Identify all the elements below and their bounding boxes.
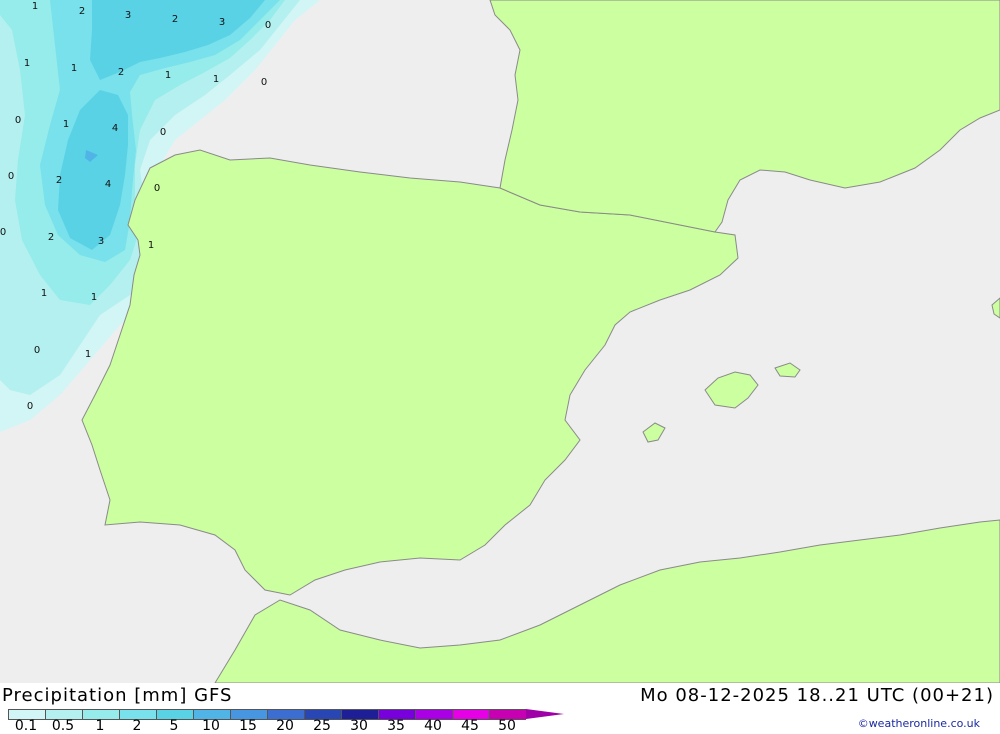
precip-value-label: 1 [85,349,91,360]
scale-tick-label: 0.5 [51,718,75,734]
map-title: Precipitation [mm] GFS [2,685,233,706]
precip-value-label: 0 [15,115,21,126]
scale-tick-label: 5 [169,718,179,734]
precip-value-label: 1 [41,288,47,299]
precip-value-label: 0 [265,20,271,31]
scale-tick-label: 10 [202,718,220,734]
scale-tick-label: 30 [350,718,368,734]
precip-value-label: 1 [32,1,38,12]
precip-value-label: 4 [112,123,118,134]
scale-tick-label: 35 [387,718,405,734]
color-scale-ticks: 0.1 0.5 1 2 5 10 15 20 25 30 35 40 45 50 [0,719,560,733]
precip-value-label: 0 [261,77,267,88]
scale-tick-label: 1 [95,718,105,734]
precip-value-label: 1 [63,119,69,130]
precip-value-label: 0 [27,401,33,412]
precip-value-label: 0 [34,345,40,356]
scale-tick-label: 2 [132,718,142,734]
precip-value-label: 0 [0,227,6,238]
precipitation-map: 1 2 3 2 3 0 1 1 2 1 1 0 0 1 4 0 0 2 4 0 0 2 3 1 1 1 0 1 0 [0,0,1000,683]
precip-value-label: 3 [125,10,131,21]
precip-value-label: 2 [172,14,178,25]
precip-value-label: 1 [213,74,219,85]
precip-value-label: 1 [91,292,97,303]
scale-tick-label: 50 [498,718,516,734]
scale-tick-label: 20 [276,718,294,734]
scale-tick-label: 45 [461,718,479,734]
scale-tick-label: 25 [313,718,331,734]
precip-value-label: 1 [71,63,77,74]
precip-value-label: 3 [98,236,104,247]
precip-value-label: 0 [154,183,160,194]
scale-arrow-icon [526,709,564,719]
precip-value-label: 2 [118,67,124,78]
credit-link[interactable]: ©weatheronline.co.uk [858,717,980,730]
scale-tick-label: 15 [239,718,257,734]
precip-value-label: 2 [56,175,62,186]
precip-value-label: 2 [48,232,54,243]
precip-value-label: 3 [219,17,225,28]
precip-value-label: 1 [165,70,171,81]
scale-tick-label: 40 [424,718,442,734]
precip-value-label: 4 [105,179,111,190]
valid-time: Mo 08-12-2025 18..21 UTC (00+21) [640,685,994,706]
precip-value-label: 0 [8,171,14,182]
precip-value-label: 1 [24,58,30,69]
precip-value-label: 1 [148,240,154,251]
precip-value-label: 2 [79,6,85,17]
scale-tick-label: 0.1 [14,718,38,734]
precip-value-label: 0 [160,127,166,138]
footer: Precipitation [mm] GFS Mo 08-12-2025 18.… [0,683,1000,733]
